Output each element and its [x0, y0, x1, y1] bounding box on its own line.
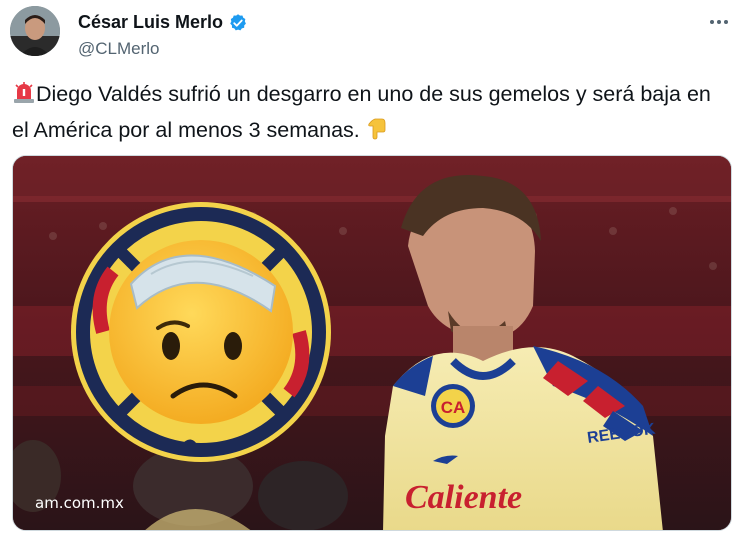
author-name[interactable]: César Luis Merlo	[78, 12, 223, 33]
tweet-header: César Luis Merlo @CLMerlo	[10, 6, 738, 62]
tweet-media-image[interactable]: CA REEBOK Caliente am.com.mx	[12, 155, 732, 531]
tweet-text-block: Diego Valdés sufrió un desgarro en uno d…	[12, 78, 732, 150]
more-options-icon[interactable]	[710, 16, 734, 28]
pointing-down-icon	[366, 116, 388, 150]
tweet-text: Diego Valdés sufrió un desgarro en uno d…	[12, 82, 711, 142]
jersey-badge-text: CA	[441, 398, 466, 417]
club-crest-emoji-graphic	[71, 202, 331, 462]
author-handle[interactable]: @CLMerlo	[78, 39, 160, 59]
media-source-label: am.com.mx	[35, 494, 124, 512]
avatar[interactable]	[10, 6, 60, 56]
verified-badge-icon	[228, 13, 248, 33]
rotating-light-emoji	[12, 80, 36, 114]
jersey-sponsor-text: Caliente	[405, 479, 522, 516]
tweet-card: César Luis Merlo @CLMerlo Diego Valdés s…	[0, 0, 750, 546]
